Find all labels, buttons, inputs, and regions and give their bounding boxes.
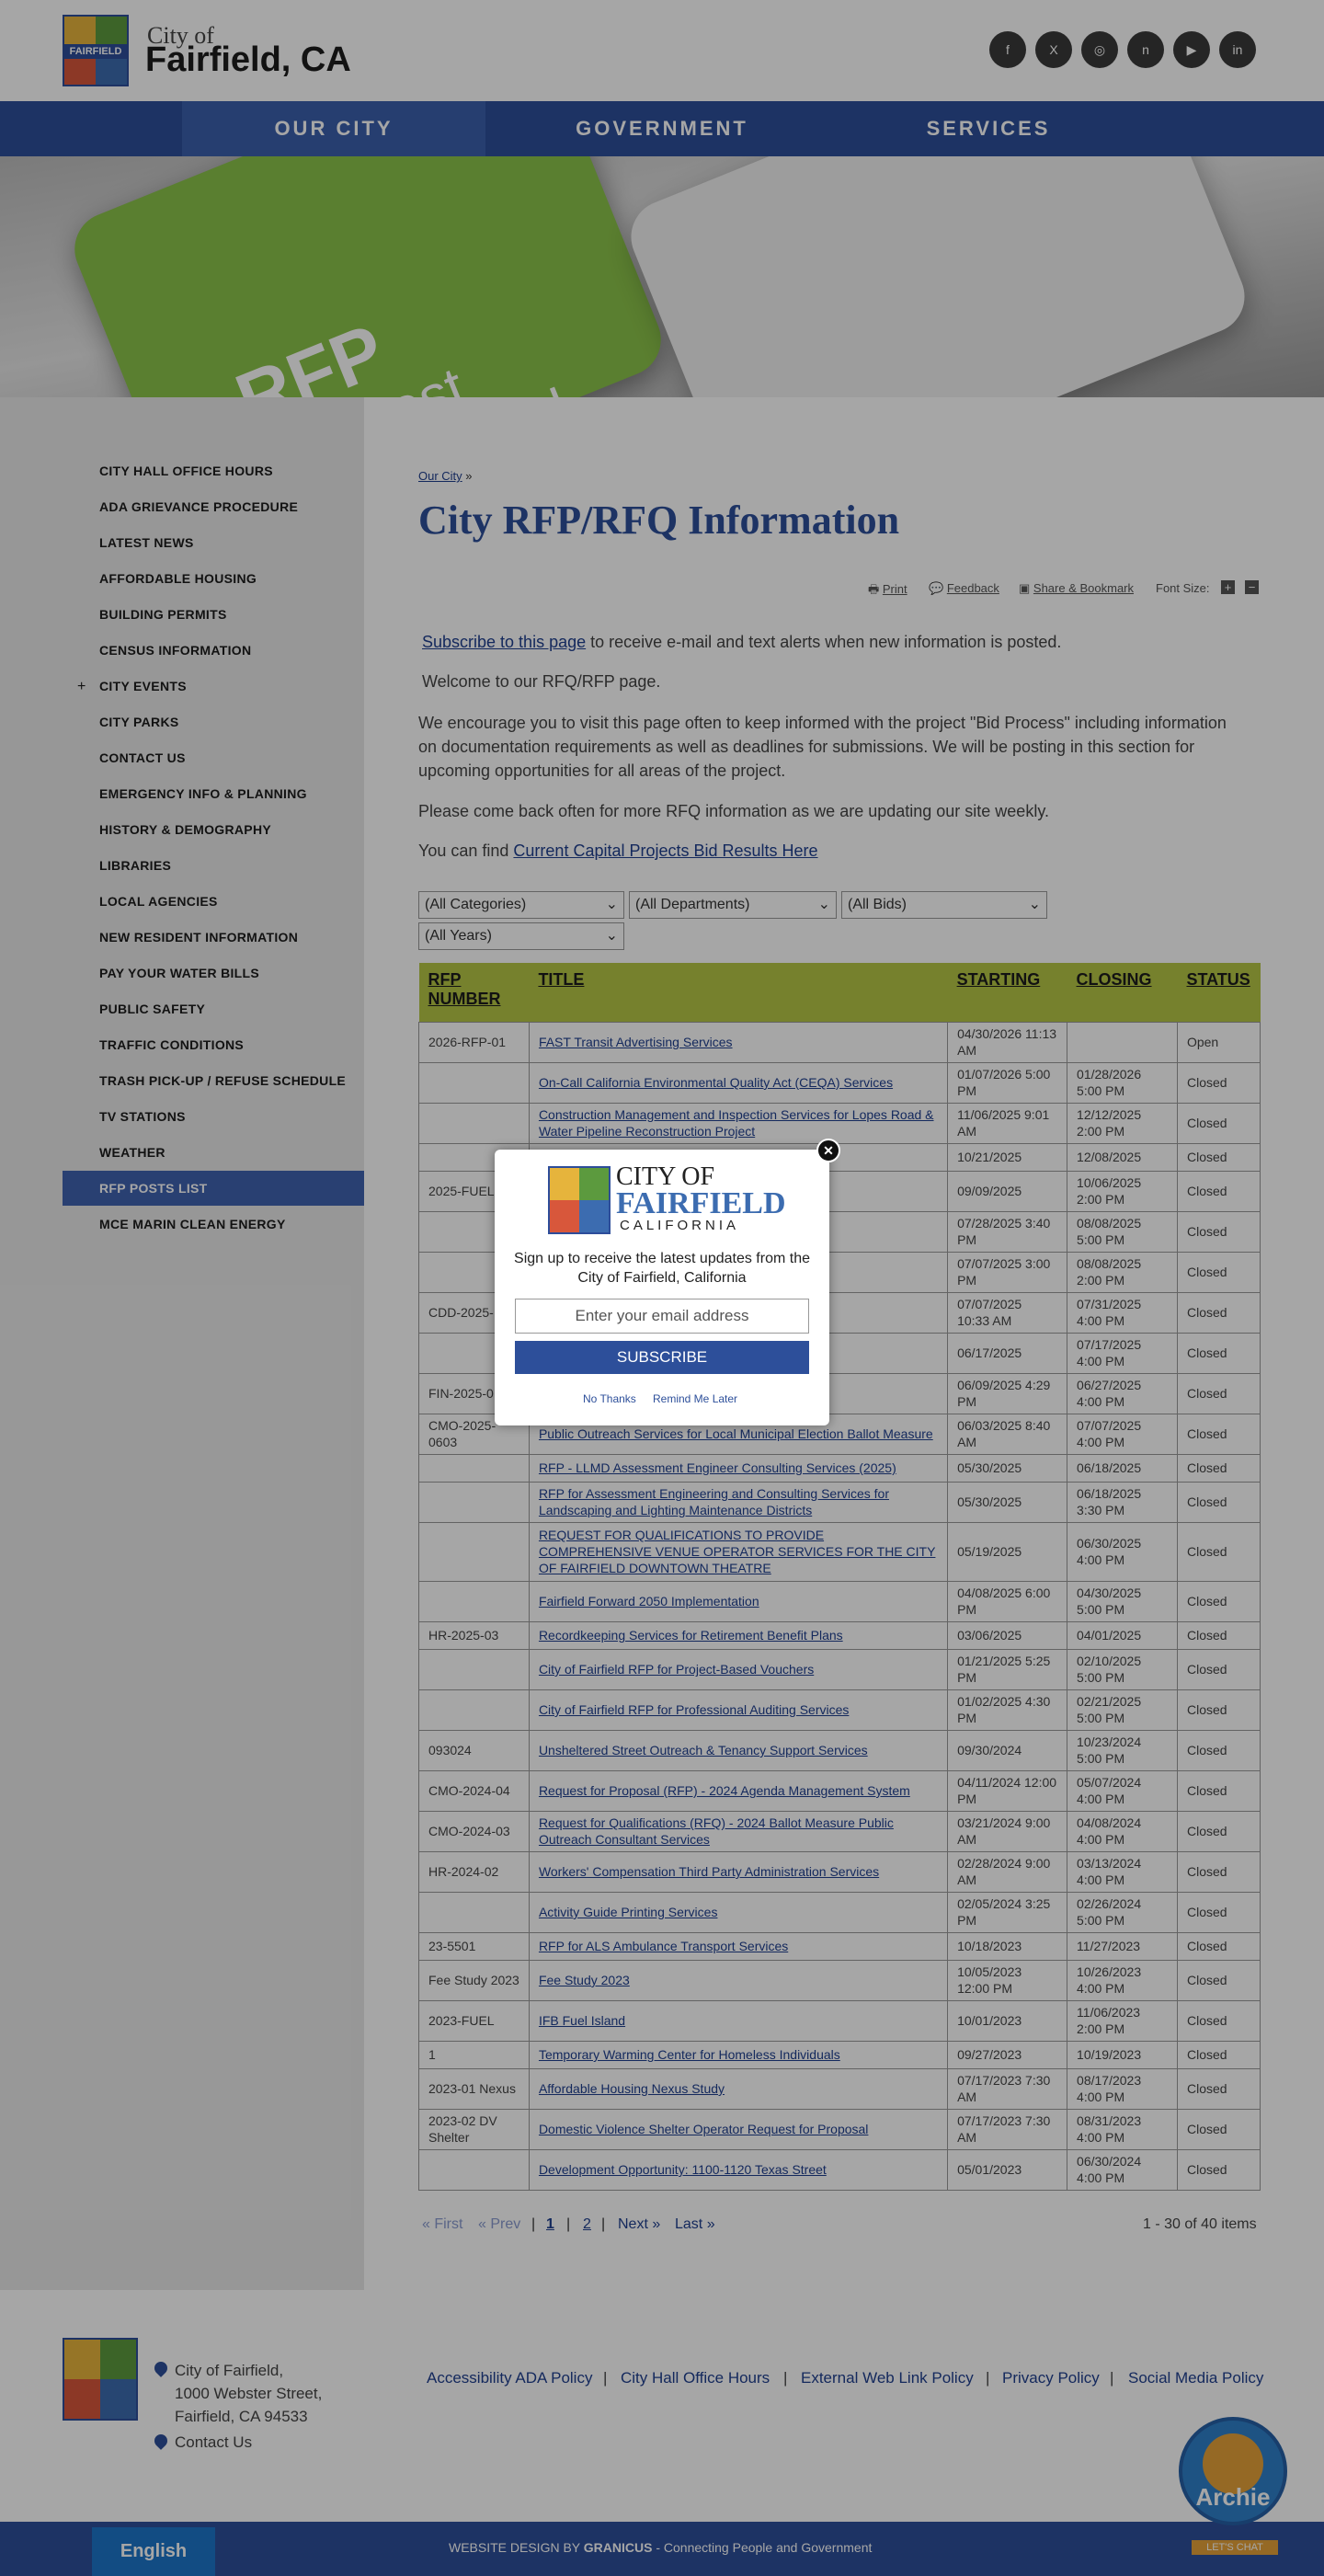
modal-message: Sign up to receive the latest updates fr… bbox=[514, 1251, 810, 1286]
signup-modal: ✕ CITY OF FAIRFIELD CALIFORNIA Sign up t… bbox=[495, 1139, 840, 1425]
close-icon[interactable]: ✕ bbox=[816, 1139, 840, 1162]
subscribe-button[interactable]: SUBSCRIBE bbox=[515, 1341, 809, 1374]
modal-city-logo bbox=[548, 1166, 611, 1234]
modal-fairfield: FAIRFIELD bbox=[616, 1186, 786, 1220]
no-thanks-link[interactable]: No Thanks bbox=[583, 1392, 636, 1405]
email-field[interactable]: Enter your email address bbox=[515, 1299, 809, 1334]
remind-later-link[interactable]: Remind Me Later bbox=[653, 1392, 737, 1405]
modal-california: CALIFORNIA bbox=[620, 1218, 740, 1233]
